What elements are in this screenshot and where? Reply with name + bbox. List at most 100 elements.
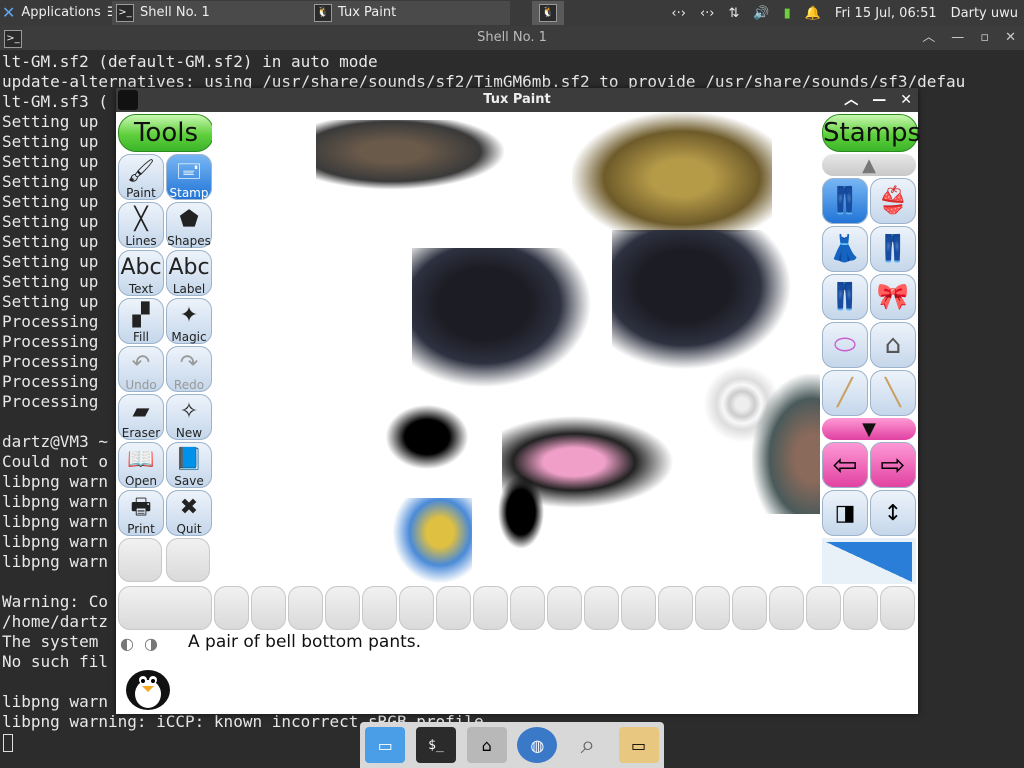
speech-icon[interactable]: ◑ [144,634,158,653]
stamp-hanger[interactable]: ⌂ [870,322,916,368]
color-swatch[interactable] [732,586,767,630]
terminal-titlebar[interactable]: >_ Shell No. 1 ︿ — ▫ ✕ [0,26,1024,50]
stamp-button[interactable]: ⬭ [822,322,868,368]
close-button[interactable]: ✕ [1005,26,1016,50]
clock[interactable]: Fri 15 Jul, 06:51 [835,6,937,21]
search-launcher[interactable]: ⌕ [568,727,608,763]
sound-icon[interactable]: ◐ [120,634,134,653]
flip-left-button[interactable]: ⇦ [822,442,868,488]
tool-print[interactable]: 🖶 Print [118,490,164,536]
color-swatch[interactable] [621,586,656,630]
transfer-icon[interactable]: ⇅ [728,6,739,21]
color-swatch[interactable] [658,586,693,630]
flip-right-button[interactable]: ⇨ [870,442,916,488]
arrow-right-icon: ⇨ [880,447,906,483]
volume-icon[interactable]: 🔊 [753,6,769,21]
taskbar-item-active[interactable]: 🐧 [532,1,564,25]
tool-label[interactable]: Abc Label [166,250,212,296]
network-icon[interactable]: ‹·› [671,6,686,21]
applications-menu[interactable]: ✕ Applications ☰ [2,1,118,25]
color-swatch[interactable] [510,586,545,630]
flip-vertical-icon: ↕ [883,500,903,526]
stamp-dress[interactable]: 👗 [822,226,868,272]
stamp-bell-bottom-pants[interactable]: 👖 [822,178,868,224]
roll-up-icon[interactable]: ︿ [922,26,935,50]
network-icon[interactable]: ‹·› [700,6,715,21]
stamp-jeans[interactable]: 👖 [870,226,916,272]
color-swatch[interactable] [695,586,730,630]
color-swatch[interactable] [843,586,878,630]
fill-icon: ▞ [132,303,150,328]
notification-bell-icon[interactable]: 🔔 [805,6,821,21]
home-folder-launcher[interactable]: ⌂ [466,727,507,763]
files-launcher[interactable]: ▭ [618,727,659,763]
tool-label: Stamp [169,186,209,200]
stamps-scroll-down[interactable]: ▼ [822,418,916,440]
tool-magic[interactable]: ✦ Magic [166,298,212,344]
drawing-canvas[interactable] [212,112,820,584]
stamp-jeans-dark[interactable]: 👖 [822,274,868,320]
minimize-button[interactable]: — [951,26,964,50]
battery-icon[interactable]: ▮ [784,6,791,21]
maximize-button[interactable]: ▫ [980,26,989,50]
tool-stamp[interactable]: 🖃 Stamp [166,154,212,200]
color-swatch[interactable] [251,586,286,630]
mirror-button[interactable]: ◨ [822,490,868,536]
tool-shapes[interactable]: ⬟ Shapes [166,202,212,248]
tool-redo[interactable]: ↷ Redo [166,346,212,392]
tool-undo[interactable]: ↶ Undo [118,346,164,392]
terminal-launcher[interactable]: $_ [415,727,456,763]
magic-icon: ✦ [179,303,199,328]
color-swatch[interactable] [806,586,841,630]
stamp-clothespin[interactable]: ╱ [822,370,868,416]
tuxpaint-logo-icon [118,90,138,110]
tool-open[interactable]: 📖 Open [118,442,164,488]
tool-eraser[interactable]: ▰ Eraser [118,394,164,440]
color-swatch[interactable] [362,586,397,630]
tool-quit[interactable]: ✖ Quit [166,490,212,536]
triangle-down-icon: ▼ [862,418,876,440]
applications-label: Applications [21,5,101,20]
color-swatch[interactable] [214,586,249,630]
web-browser-launcher[interactable]: ◍ [517,727,558,763]
tuxpaint-window[interactable]: Tux Paint ︿ — ✕ Tools Stamps ▲ ▼ ⇦ ⇨ ◨ ↕ [116,88,921,714]
roll-up-icon[interactable]: ︿ [844,88,858,112]
close-button[interactable]: ✕ [900,88,912,112]
taskbar-item-tuxpaint[interactable]: 🐧 Tux Paint [310,1,510,25]
tool-lines[interactable]: ╳ Lines [118,202,164,248]
taskbar-item-shell[interactable]: >_ Shell No. 1 [112,1,312,25]
flip-vertical-button[interactable]: ↕ [870,490,916,536]
color-swatch[interactable] [880,586,915,630]
stamp-bikini[interactable]: 👙 [870,178,916,224]
color-swatch[interactable] [473,586,508,630]
color-swatch[interactable] [399,586,434,630]
minimize-button[interactable]: — [872,88,886,112]
tool-label: Fill [132,330,150,344]
color-swatch[interactable] [547,586,582,630]
tool-new[interactable]: ✧ New [166,394,212,440]
stamp-size-slider[interactable] [822,538,916,584]
tool-label: Save [174,474,204,488]
empty-slot [166,538,210,582]
clothespin-icon: ╱ [837,378,853,408]
color-swatch[interactable] [325,586,360,630]
stamps-scroll-up[interactable]: ▲ [822,154,916,176]
color-swatch[interactable] [584,586,619,630]
stamp-safety-pin[interactable]: ╲ [870,370,916,416]
color-swatch[interactable] [288,586,323,630]
paint-icon: 🖌 [127,159,155,184]
stamp-bow-tie[interactable]: 🎀 [870,274,916,320]
globe-icon: ◍ [530,735,545,755]
tool-paint[interactable]: 🖌 Paint [118,154,164,200]
current-color-swatch [118,586,212,630]
show-desktop-button[interactable]: ▭ [365,727,406,763]
user-menu[interactable]: Darty uwu [951,6,1018,21]
color-swatch[interactable] [436,586,471,630]
tuxpaint-titlebar[interactable]: Tux Paint ︿ — ✕ [116,88,918,112]
parrot-stamp [392,498,472,584]
safety-pin-icon: ╲ [885,378,901,408]
tool-text[interactable]: Abc Text [118,250,164,296]
tool-fill[interactable]: ▞ Fill [118,298,164,344]
color-swatch[interactable] [769,586,804,630]
tool-save[interactable]: 📘 Save [166,442,212,488]
